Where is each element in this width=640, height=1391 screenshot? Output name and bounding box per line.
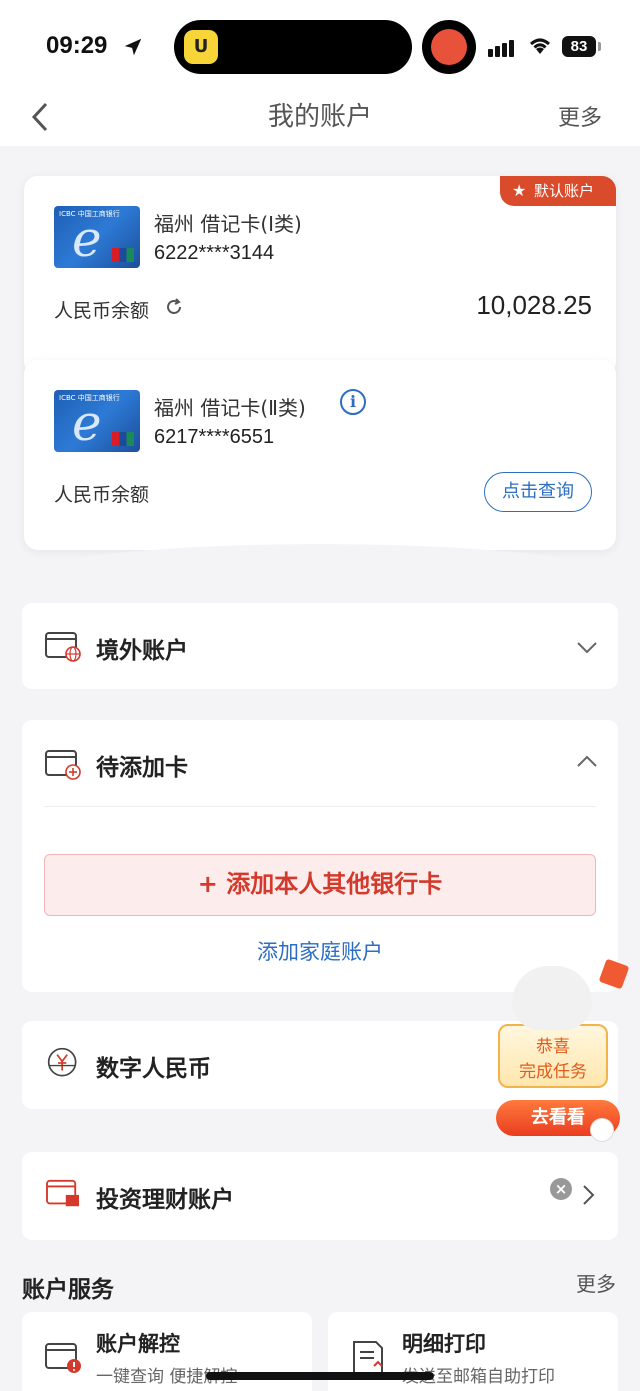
card-name: 福州 借记卡(Ⅱ类) — [154, 396, 306, 420]
battery-tip — [598, 42, 601, 51]
divider — [44, 806, 596, 807]
services-title: 账户服务 — [22, 1277, 114, 1303]
service-title: 账户解控 — [96, 1332, 180, 1356]
cellular-signal-icon — [488, 38, 516, 57]
task-reward-popup[interactable]: 恭喜 完成任务 去看看 — [490, 958, 630, 1143]
camera-activity — [422, 20, 476, 74]
default-account-badge: ★ 默认账户 — [500, 176, 616, 206]
section-title: 投资理财账户 — [96, 1187, 234, 1213]
card-number: 6217****6551 — [154, 426, 275, 448]
info-icon[interactable]: i — [340, 389, 366, 415]
elephant-mascot-icon — [512, 966, 592, 1030]
document-print-icon — [353, 1341, 383, 1375]
pointer-hand-icon — [590, 1118, 614, 1142]
account-card-secondary[interactable]: ICBC 中国工商银行 e 福州 借记卡(Ⅱ类) i 6217****6551 人… — [24, 360, 616, 550]
page-title: 我的账户 — [267, 102, 372, 132]
add-other-bank-card-button[interactable]: + 添加本人其他银行卡 — [44, 854, 596, 916]
refresh-icon[interactable] — [164, 297, 184, 317]
recording-icon — [431, 29, 467, 65]
chevron-down-icon[interactable] — [576, 641, 598, 655]
card-image: ICBC 中国工商银行 e — [54, 390, 140, 452]
card-image: ICBC 中国工商银行 e — [54, 206, 140, 268]
card-name: 福州 借记卡(Ⅰ类) — [154, 212, 302, 236]
card-alert-icon — [45, 1343, 81, 1373]
balance-label: 人民币余额 — [54, 300, 150, 322]
nav-more-button[interactable]: 更多 — [558, 100, 602, 132]
status-time: 09:29 — [46, 32, 108, 59]
gift-icon — [598, 958, 630, 990]
card-globe-icon — [45, 632, 81, 662]
home-indicator — [206, 1372, 434, 1380]
balance-value: 10,028.25 — [476, 290, 592, 320]
app-activity-icon: U — [184, 30, 218, 64]
promo-line2: 完成任务 — [519, 1062, 587, 1082]
account-card-primary[interactable]: ★ 默认账户 ICBC 中国工商银行 e 福州 借记卡(Ⅰ类) 6222****31… — [24, 176, 616, 376]
card-number: 6222****3144 — [154, 242, 275, 264]
section-pending-cards: 待添加卡 + 添加本人其他银行卡 添加家庭账户 — [22, 720, 618, 992]
balance-label: 人民币余额 — [54, 484, 150, 506]
star-icon: ★ — [512, 181, 527, 200]
card-add-icon — [45, 750, 81, 780]
service-title: 明细打印 — [402, 1332, 486, 1356]
promo-line1: 恭喜 — [536, 1037, 570, 1057]
promo-card: 恭喜 完成任务 — [498, 1024, 608, 1088]
services-more-link[interactable]: 更多 — [576, 1268, 616, 1297]
query-balance-button[interactable]: 点击查询 — [484, 472, 592, 512]
wifi-icon — [530, 38, 550, 54]
section-overseas-account[interactable]: 境外账户 — [22, 603, 618, 689]
section-investment-account[interactable]: 投资理财账户 × — [22, 1152, 618, 1240]
chevron-up-icon[interactable] — [576, 754, 598, 768]
close-icon[interactable]: × — [550, 1178, 572, 1200]
section-title: 境外账户 — [96, 638, 188, 664]
section-title: 待添加卡 — [96, 755, 188, 781]
status-bar: 09:29 U 83 — [0, 0, 640, 92]
account-cards: ★ 默认账户 ICBC 中国工商银行 e 福州 借记卡(Ⅰ类) 6222****31… — [0, 146, 640, 584]
section-title: 数字人民币 — [96, 1056, 211, 1082]
card-fold-edge — [0, 544, 640, 584]
location-arrow-icon — [124, 38, 142, 56]
yuan-coin-icon — [47, 1047, 77, 1077]
dynamic-island: U — [174, 20, 412, 74]
wallet-icon — [46, 1179, 79, 1207]
chevron-right-icon[interactable] — [582, 1184, 596, 1206]
nav-bar: 我的账户 更多 — [0, 92, 640, 146]
battery-indicator: 83 — [562, 36, 596, 57]
